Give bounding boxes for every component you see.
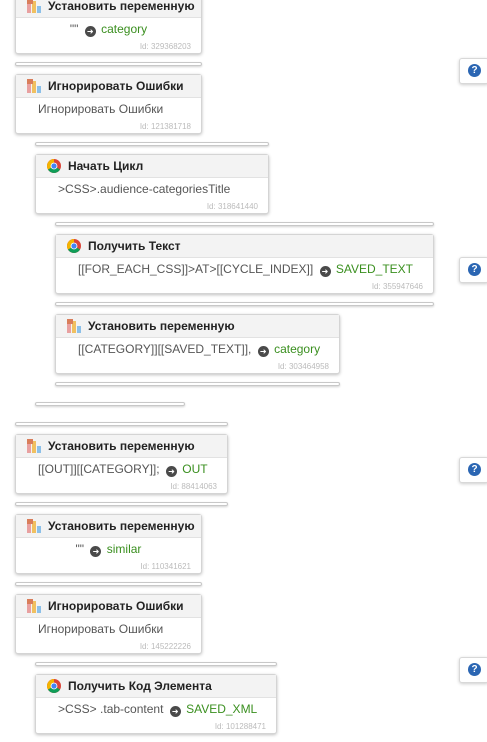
- ignore-errors-block[interactable]: Игнорировать Ошибки Игнорировать Ошибки …: [15, 74, 202, 134]
- variable-icon: [66, 318, 82, 334]
- block-separator: [35, 142, 269, 146]
- variable-icon: [26, 518, 42, 534]
- block-header: Начать Цикл: [36, 155, 268, 178]
- chrome-icon: [66, 238, 82, 254]
- help-button[interactable]: ?: [459, 457, 487, 483]
- body-text: Игнорировать Ошибки: [38, 102, 164, 116]
- target-variable: category: [101, 22, 148, 36]
- chrome-icon: [46, 158, 62, 174]
- block-header: Установить переменную: [16, 515, 201, 538]
- block-id: Id: 303464958: [277, 362, 329, 371]
- arrow-right-icon: ➜: [84, 26, 96, 37]
- block-title: Начать Цикл: [68, 159, 144, 173]
- block-id: Id: 318641440: [206, 202, 258, 211]
- block-id: Id: 110341621: [140, 562, 191, 571]
- block-id: Id: 121381718: [139, 122, 191, 131]
- get-element-code-block[interactable]: Получить Код Элемента >CSS> .tab-content…: [35, 674, 277, 734]
- block-body: "" ➜ category: [16, 18, 201, 41]
- block-body: Игнорировать Ошибки: [16, 98, 201, 121]
- value-text: [[FOR_EACH_CSS]]>AT>[[CYCLE_INDEX]]: [78, 262, 314, 276]
- block-separator: [15, 62, 202, 66]
- block-title: Установить переменную: [48, 519, 195, 533]
- block-title: Установить переменную: [48, 439, 195, 453]
- target-variable: SAVED_XML: [186, 702, 258, 716]
- block-separator: [35, 662, 277, 666]
- block-id: Id: 329368203: [139, 42, 191, 51]
- value-text: "": [69, 22, 79, 36]
- ignore-errors-block[interactable]: Игнорировать Ошибки Игнорировать Ошибки …: [15, 594, 202, 654]
- target-variable: OUT: [182, 462, 208, 476]
- value-text: [[CATEGORY]][[SAVED_TEXT]],: [78, 342, 252, 356]
- set-variable-block[interactable]: Установить переменную [[OUT]][[CATEGORY]…: [15, 434, 228, 494]
- block-title: Игнорировать Ошибки: [48, 599, 184, 613]
- block-separator: [55, 382, 340, 386]
- arrow-right-icon: ➜: [319, 266, 331, 277]
- value-text: >CSS> .tab-content: [58, 702, 164, 716]
- help-button[interactable]: ?: [459, 58, 487, 84]
- block-title: Установить переменную: [48, 0, 195, 13]
- arrow-right-icon: ➜: [165, 466, 177, 477]
- block-title: Получить Текст: [88, 239, 181, 253]
- block-body: >CSS>.audience-categoriesTitle: [36, 178, 268, 201]
- block-separator: [15, 422, 228, 426]
- block-id: Id: 145222226: [139, 642, 191, 651]
- block-header: Установить переменную: [56, 315, 339, 338]
- set-variable-block[interactable]: Установить переменную "" ➜ category Id: …: [15, 0, 202, 54]
- variable-icon: [26, 0, 42, 14]
- block-body: "" ➜ similar: [16, 538, 201, 561]
- block-separator: [55, 302, 434, 306]
- body-text: >CSS>.audience-categoriesTitle: [58, 182, 231, 196]
- variable-icon: [26, 438, 42, 454]
- target-variable: similar: [106, 542, 142, 556]
- arrow-right-icon: ➜: [257, 346, 269, 357]
- target-variable: SAVED_TEXT: [335, 262, 414, 276]
- value-text: "": [75, 542, 85, 556]
- block-separator: [35, 402, 185, 406]
- block-separator: [15, 582, 202, 586]
- block-body: [[CATEGORY]][[SAVED_TEXT]], ➜ category: [56, 338, 339, 361]
- help-icon: ?: [468, 263, 481, 276]
- block-body: [[FOR_EACH_CSS]]>AT>[[CYCLE_INDEX]] ➜ SA…: [56, 258, 433, 281]
- block-id: Id: 88414063: [170, 482, 217, 491]
- get-text-block[interactable]: Получить Текст [[FOR_EACH_CSS]]>AT>[[CYC…: [55, 234, 434, 294]
- block-header: Игнорировать Ошибки: [16, 75, 201, 98]
- help-button[interactable]: ?: [459, 257, 487, 283]
- chrome-icon: [46, 678, 62, 694]
- block-header: Игнорировать Ошибки: [16, 595, 201, 618]
- help-icon: ?: [468, 64, 481, 77]
- block-header: Получить Код Элемента: [36, 675, 276, 698]
- block-id: Id: 355947646: [371, 282, 423, 291]
- set-variable-block[interactable]: Установить переменную [[CATEGORY]][[SAVE…: [55, 314, 340, 374]
- block-body: >CSS> .tab-content ➜ SAVED_XML: [36, 698, 276, 721]
- block-separator: [55, 222, 434, 226]
- help-icon: ?: [468, 463, 481, 476]
- help-button[interactable]: ?: [459, 657, 487, 683]
- set-variable-block[interactable]: Установить переменную "" ➜ similar Id: 1…: [15, 514, 202, 574]
- block-title: Установить переменную: [88, 319, 235, 333]
- block-title: Получить Код Элемента: [68, 679, 212, 693]
- variable-icon: [26, 78, 42, 94]
- block-body: Игнорировать Ошибки: [16, 618, 201, 641]
- block-header: Установить переменную: [16, 0, 201, 18]
- target-variable: category: [274, 342, 321, 356]
- block-separator: [15, 502, 228, 506]
- arrow-right-icon: ➜: [90, 546, 102, 557]
- block-header: Установить переменную: [16, 435, 227, 458]
- block-id: Id: 101288471: [214, 722, 266, 731]
- help-icon: ?: [468, 663, 481, 676]
- variable-icon: [26, 598, 42, 614]
- value-text: [[OUT]][[CATEGORY]];: [38, 462, 160, 476]
- arrow-right-icon: ➜: [169, 706, 181, 717]
- start-loop-block[interactable]: Начать Цикл >CSS>.audience-categoriesTit…: [35, 154, 269, 214]
- block-title: Игнорировать Ошибки: [48, 79, 184, 93]
- body-text: Игнорировать Ошибки: [38, 622, 164, 636]
- block-body: [[OUT]][[CATEGORY]]; ➜ OUT: [16, 458, 227, 481]
- block-header: Получить Текст: [56, 235, 433, 258]
